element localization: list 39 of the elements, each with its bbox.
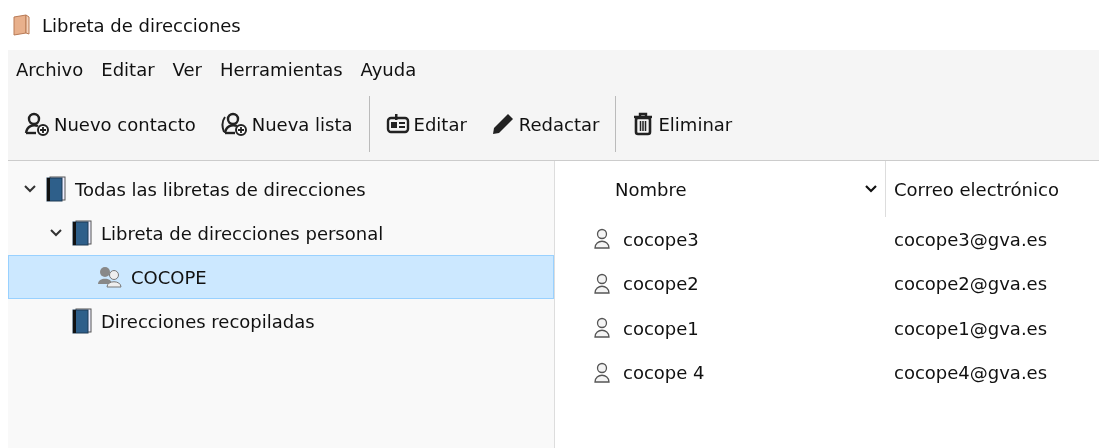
contact-name: cocope 4 <box>623 362 705 384</box>
menu-item[interactable]: Editar <box>101 58 155 80</box>
person-icon <box>593 317 611 340</box>
contact-name: cocope2 <box>623 273 699 295</box>
tree-item[interactable]: Libreta de direcciones personal <box>8 211 554 255</box>
person-icon <box>593 228 611 251</box>
toolbar-button[interactable]: Nueva lista <box>211 106 361 142</box>
contact-email: cocope1@gva.es <box>894 317 1048 339</box>
book-icon <box>71 220 93 246</box>
people-add-icon <box>219 112 248 136</box>
id-card-icon <box>385 113 410 135</box>
menu-item[interactable]: Ayuda <box>360 58 417 80</box>
window-title: Libreta de direcciones <box>42 14 241 36</box>
people-icon <box>97 266 123 288</box>
person-icon <box>593 361 611 384</box>
toolbar-button[interactable]: Redactar <box>482 106 608 142</box>
menu-item[interactable]: Herramientas <box>220 58 343 80</box>
toolbar-button[interactable]: Editar <box>377 107 475 141</box>
contact-email: cocope2@gva.es <box>894 273 1048 295</box>
address-book-icon <box>12 14 30 36</box>
tree-item[interactable]: COCOPE <box>8 255 554 299</box>
trash-icon <box>632 112 655 136</box>
menu-item[interactable]: Ver <box>172 58 202 80</box>
contact-email: cocope3@gva.es <box>894 228 1048 250</box>
column-header[interactable]: Nombre <box>555 161 885 217</box>
book-icon <box>45 176 67 202</box>
column-header[interactable]: Correo electrónico <box>885 161 1099 217</box>
menu-item[interactable]: Archivo <box>16 58 84 80</box>
book-icon <box>71 308 93 334</box>
contact-name: cocope3 <box>623 228 699 250</box>
contact-email: cocope4@gva.es <box>894 362 1048 384</box>
tree-item[interactable]: Todas las libretas de direcciones <box>8 167 554 211</box>
person-add-icon <box>24 112 50 136</box>
toolbar-button[interactable]: Nuevo contacto <box>16 106 204 142</box>
pencil-icon <box>490 112 515 136</box>
toolbar-button[interactable]: Eliminar <box>624 106 741 142</box>
person-icon <box>593 272 611 295</box>
contact-name: cocope1 <box>623 317 699 339</box>
tree-item[interactable]: Direcciones recopiladas <box>8 299 554 343</box>
